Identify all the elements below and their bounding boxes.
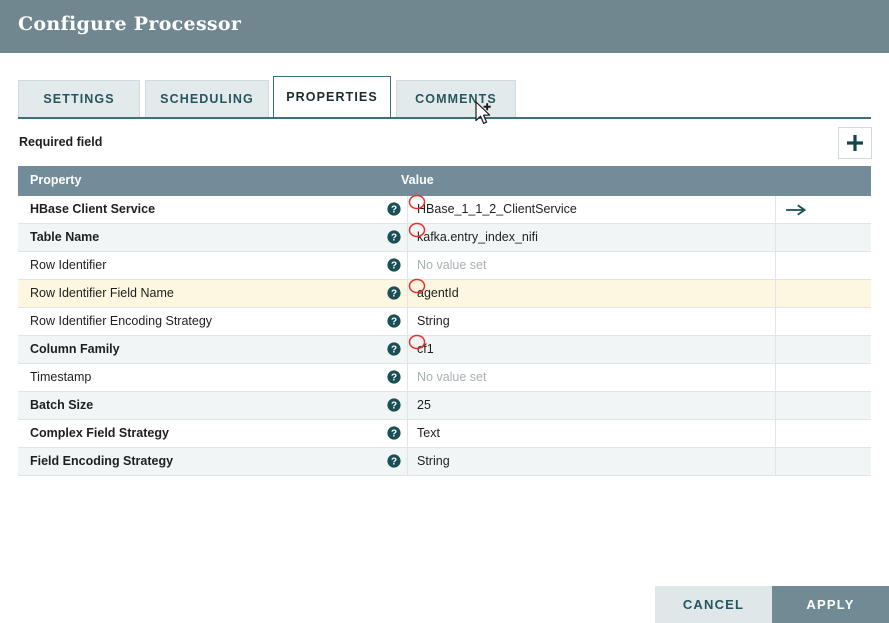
configure-processor-dialog: Configure Processor SETTINGS SCHEDULING PR… bbox=[0, 0, 889, 623]
properties-toolbar: Required field bbox=[0, 126, 889, 166]
svg-text:?: ? bbox=[391, 289, 397, 300]
help-circle-icon[interactable]: ? bbox=[387, 230, 401, 244]
column-divider bbox=[407, 308, 408, 335]
svg-text:?: ? bbox=[391, 205, 397, 216]
tab-label: COMMENTS bbox=[415, 92, 497, 106]
help-circle-icon[interactable]: ? bbox=[387, 314, 401, 328]
column-divider bbox=[407, 280, 408, 307]
table-row[interactable]: Column Family? cf1 bbox=[18, 336, 871, 364]
property-value-cell[interactable]: String bbox=[417, 454, 450, 468]
table-row[interactable]: Row Identifier Field Name? agentId bbox=[18, 280, 871, 308]
help-circle-icon[interactable]: ? bbox=[387, 202, 401, 216]
property-name-cell: HBase Client Service bbox=[30, 202, 156, 216]
property-value-cell[interactable]: HBase_1_1_2_ClientService bbox=[417, 202, 577, 216]
help-circle-icon[interactable]: ? bbox=[387, 286, 401, 300]
tab-scheduling[interactable]: SCHEDULING bbox=[145, 80, 269, 117]
tab-underline bbox=[18, 117, 871, 119]
apply-button[interactable]: APPLY bbox=[772, 586, 889, 623]
help-circle-icon[interactable]: ? bbox=[387, 370, 401, 384]
properties-table: Property Value HBase Client Service? HBas… bbox=[18, 166, 871, 476]
table-body: HBase Client Service? HBase_1_1_2_ClientS… bbox=[18, 196, 871, 476]
column-divider bbox=[775, 392, 776, 419]
tab-comments[interactable]: COMMENTS bbox=[396, 80, 516, 117]
column-divider bbox=[775, 336, 776, 363]
help-circle-icon[interactable]: ? bbox=[387, 258, 401, 272]
arrow-right-icon[interactable] bbox=[786, 203, 808, 221]
tab-bar: SETTINGS SCHEDULING PROPERTIES COMMENTS bbox=[0, 76, 889, 118]
help-circle-icon[interactable]: ? bbox=[387, 454, 401, 468]
svg-text:?: ? bbox=[391, 261, 397, 272]
column-header-property: Property bbox=[30, 173, 82, 187]
property-name-cell: Complex Field Strategy bbox=[30, 426, 169, 440]
column-divider bbox=[407, 420, 408, 447]
column-divider bbox=[407, 196, 408, 223]
tab-settings[interactable]: SETTINGS bbox=[18, 80, 140, 117]
column-divider bbox=[775, 420, 776, 447]
table-row[interactable]: Batch Size? 25 bbox=[18, 392, 871, 420]
property-name-cell: Field Encoding Strategy bbox=[30, 454, 174, 468]
add-property-button[interactable] bbox=[838, 127, 872, 159]
tab-properties[interactable]: PROPERTIES bbox=[273, 76, 391, 117]
plus-icon bbox=[839, 133, 871, 153]
property-value-cell[interactable]: No value set bbox=[417, 258, 486, 272]
column-divider bbox=[775, 308, 776, 335]
column-divider bbox=[407, 364, 408, 391]
required-field-label: Required field bbox=[19, 135, 103, 149]
table-header-row: Property Value bbox=[18, 166, 871, 196]
tab-label: SCHEDULING bbox=[160, 92, 254, 106]
property-value-cell[interactable]: agentId bbox=[417, 286, 459, 300]
table-row[interactable]: Complex Field Strategy? Text bbox=[18, 420, 871, 448]
column-divider bbox=[407, 448, 408, 475]
property-name-cell: Batch Size bbox=[30, 398, 94, 412]
svg-text:?: ? bbox=[391, 429, 397, 440]
svg-text:?: ? bbox=[391, 317, 397, 328]
property-name-cell: Row Identifier Field Name bbox=[30, 286, 174, 300]
property-value-cell[interactable]: cf1 bbox=[417, 342, 434, 356]
property-value-cell[interactable]: 25 bbox=[417, 398, 431, 412]
column-divider bbox=[775, 280, 776, 307]
property-value-cell[interactable]: Text bbox=[417, 426, 440, 440]
dialog-footer: CANCEL APPLY bbox=[0, 586, 889, 623]
table-row[interactable]: Table Name? kafka.entry_index_nifi bbox=[18, 224, 871, 252]
table-row[interactable]: Timestamp? No value set bbox=[18, 364, 871, 392]
column-divider bbox=[775, 196, 776, 223]
table-row[interactable]: Field Encoding Strategy? String bbox=[18, 448, 871, 476]
column-divider bbox=[407, 336, 408, 363]
column-divider bbox=[775, 448, 776, 475]
table-row[interactable]: Row Identifier? No value set bbox=[18, 252, 871, 280]
property-name-cell: Column Family bbox=[30, 342, 120, 356]
property-name-cell: Row Identifier Encoding Strategy bbox=[30, 314, 213, 328]
column-divider bbox=[407, 252, 408, 279]
cancel-button[interactable]: CANCEL bbox=[655, 586, 772, 623]
table-row[interactable]: Row Identifier Encoding Strategy? String bbox=[18, 308, 871, 336]
column-divider bbox=[775, 364, 776, 391]
table-row[interactable]: HBase Client Service? HBase_1_1_2_ClientS… bbox=[18, 196, 871, 224]
dialog-title-bar: Configure Processor bbox=[0, 0, 889, 53]
property-value-cell[interactable]: kafka.entry_index_nifi bbox=[417, 230, 538, 244]
column-divider bbox=[775, 224, 776, 251]
column-divider bbox=[407, 392, 408, 419]
svg-text:?: ? bbox=[391, 233, 397, 244]
property-value-cell[interactable]: String bbox=[417, 314, 450, 328]
column-header-value: Value bbox=[401, 173, 434, 187]
help-circle-icon[interactable]: ? bbox=[387, 426, 401, 440]
help-circle-icon[interactable]: ? bbox=[387, 398, 401, 412]
property-name-cell: Timestamp bbox=[30, 370, 92, 384]
svg-text:?: ? bbox=[391, 373, 397, 384]
svg-text:?: ? bbox=[391, 401, 397, 412]
help-circle-icon[interactable]: ? bbox=[387, 342, 401, 356]
svg-text:?: ? bbox=[391, 457, 397, 468]
property-name-cell: Table Name bbox=[30, 230, 100, 244]
svg-text:?: ? bbox=[391, 345, 397, 356]
tab-label: SETTINGS bbox=[43, 92, 115, 106]
tab-label: PROPERTIES bbox=[286, 90, 378, 104]
page-title: Configure Processor bbox=[18, 13, 242, 35]
column-divider bbox=[775, 252, 776, 279]
property-value-cell[interactable]: No value set bbox=[417, 370, 486, 384]
column-divider bbox=[407, 224, 408, 251]
property-name-cell: Row Identifier bbox=[30, 258, 107, 272]
